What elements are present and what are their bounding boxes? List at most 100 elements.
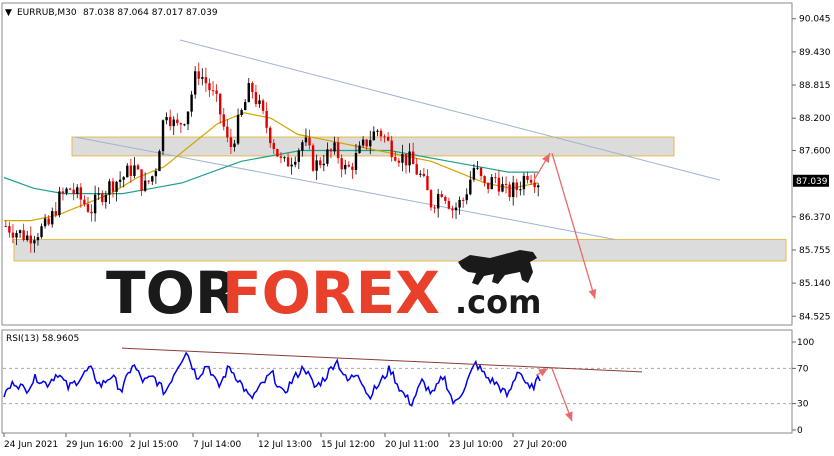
candle-body xyxy=(133,165,136,176)
candle-body xyxy=(65,188,68,194)
candle-body xyxy=(33,240,36,244)
candle-body xyxy=(172,119,175,127)
watermark-tor: TOR xyxy=(106,259,240,327)
candle-body xyxy=(404,154,408,166)
candle-body xyxy=(83,199,86,205)
candle-body xyxy=(340,158,343,170)
candle-body xyxy=(483,175,486,183)
candle-body xyxy=(51,211,54,225)
candle-body xyxy=(79,187,83,200)
candle-body xyxy=(512,182,515,198)
candle-body xyxy=(376,130,379,132)
candle-body xyxy=(168,116,172,127)
candle-body xyxy=(218,93,222,115)
candle-body xyxy=(215,90,218,94)
candle-body xyxy=(419,173,422,175)
candle-body xyxy=(176,119,179,124)
candle-body xyxy=(383,136,386,138)
candle-body xyxy=(151,176,154,182)
candle-body xyxy=(397,160,401,163)
candle-body xyxy=(347,164,351,167)
candle-body xyxy=(47,218,50,225)
candle-body xyxy=(433,207,436,209)
candle-body xyxy=(147,180,150,182)
price-tick-label: 85.755 xyxy=(799,246,831,256)
candle-body xyxy=(233,143,236,148)
candle-body xyxy=(140,169,143,191)
candle-body xyxy=(436,194,440,209)
watermark-com: .com xyxy=(455,283,541,321)
candle-body xyxy=(226,126,229,138)
time-tick-label: 23 Jul 10:00 xyxy=(449,440,503,450)
candle-body xyxy=(394,157,397,161)
candle-body xyxy=(258,100,261,105)
candle-body xyxy=(486,182,490,190)
candle-body xyxy=(68,188,72,190)
candle-body xyxy=(401,154,404,163)
candle-body xyxy=(494,177,497,179)
candle-body xyxy=(247,83,250,103)
time-tick-label: 12 Jul 13:00 xyxy=(258,440,312,450)
candle-body xyxy=(158,151,161,172)
candle-body xyxy=(369,140,372,147)
rsi-tick-label: 70 xyxy=(797,364,809,374)
candle-body xyxy=(97,193,100,195)
candle-body xyxy=(429,190,433,208)
candle-body xyxy=(197,71,200,79)
candle-body xyxy=(354,152,358,170)
candle-body xyxy=(476,167,479,169)
candle-body xyxy=(286,157,290,167)
candle-body xyxy=(40,226,43,238)
time-tick-label: 29 Jun 16:00 xyxy=(66,440,123,450)
candle-body xyxy=(36,237,40,241)
watermark-logo: TOR FOREX .com xyxy=(106,250,541,327)
candle-body xyxy=(122,177,125,180)
candle-body xyxy=(526,175,529,180)
candle-body xyxy=(265,110,268,128)
candle-body xyxy=(379,130,383,137)
candle-body xyxy=(336,142,340,159)
time-tick-label: 7 Jul 14:00 xyxy=(193,440,242,450)
candle-body xyxy=(537,185,540,188)
candle-body xyxy=(276,148,279,157)
candle-body xyxy=(504,184,508,186)
candle-body xyxy=(301,142,304,151)
candle-body xyxy=(283,157,286,159)
candle-body xyxy=(240,110,243,116)
candle-body xyxy=(72,189,75,194)
candle-body xyxy=(444,196,447,201)
candle-body xyxy=(126,165,129,178)
candle-body xyxy=(447,200,451,209)
candle-body xyxy=(26,235,29,241)
collapse-arrow-icon[interactable]: ▼ xyxy=(5,8,12,18)
candle-body xyxy=(408,151,411,166)
candle-body xyxy=(440,194,443,197)
price-tick-label: 87.600 xyxy=(799,147,831,157)
candle-body xyxy=(519,189,522,191)
candle-body xyxy=(294,161,297,165)
time-tick-label: 27 Jul 20:00 xyxy=(513,440,567,450)
candle-body xyxy=(458,199,461,208)
candle-body xyxy=(279,156,283,158)
price-tick-label: 88.200 xyxy=(799,114,831,124)
candle-body xyxy=(208,83,211,91)
rsi-tick-label: 0 xyxy=(797,426,803,436)
candle-body xyxy=(319,160,322,166)
trading-chart: 90.045 89.430 88.815 88.200 87.600 86.370 85.7… xyxy=(1,2,831,450)
candle-body xyxy=(290,164,293,167)
candle-body xyxy=(461,199,465,201)
candle-body xyxy=(161,120,165,152)
candle-body xyxy=(451,208,454,211)
candle-body xyxy=(244,102,247,111)
price-tick-label: 90.045 xyxy=(799,15,831,25)
candle-body xyxy=(472,168,476,180)
price-tick-label: 84.525 xyxy=(799,312,831,322)
candle-body xyxy=(201,77,204,79)
candle-body xyxy=(251,83,254,93)
candle-body xyxy=(186,111,190,125)
candle-body xyxy=(304,137,308,143)
candle-body xyxy=(469,179,472,195)
support-zone xyxy=(13,238,787,262)
candle-body xyxy=(326,149,329,164)
candle-body xyxy=(533,182,536,188)
